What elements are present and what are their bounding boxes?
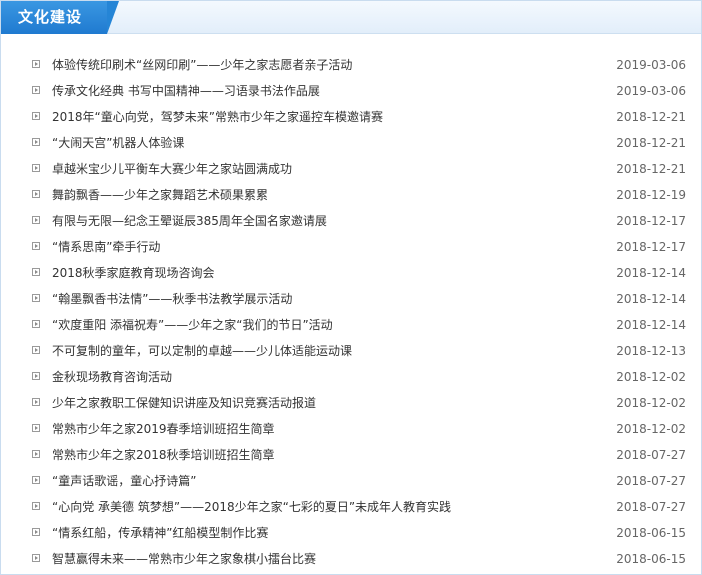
news-date: 2018-12-02 bbox=[616, 370, 686, 384]
news-title-link[interactable]: “大闹天宫”机器人体验课 bbox=[52, 130, 184, 156]
news-title-link[interactable]: 有限与无限—纪念王翚诞辰385周年全国名家邀请展 bbox=[52, 208, 327, 234]
bullet-arrow-icon bbox=[32, 424, 40, 432]
bullet-arrow-icon bbox=[32, 268, 40, 276]
news-title-link[interactable]: 金秋现场教育咨询活动 bbox=[52, 364, 172, 390]
news-date: 2018-07-27 bbox=[616, 448, 686, 462]
news-date: 2018-06-15 bbox=[616, 552, 686, 566]
news-title-link[interactable]: 舞韵飘香——少年之家舞蹈艺术硕果累累 bbox=[52, 182, 268, 208]
bullet-arrow-icon bbox=[32, 398, 40, 406]
bullet-arrow-icon bbox=[32, 554, 40, 562]
news-title-link[interactable]: “情系红船，传承精神”红船模型制作比赛 bbox=[52, 520, 268, 546]
news-date: 2018-12-14 bbox=[616, 318, 686, 332]
news-title-link[interactable]: “欢度重阳 添福祝寿”——少年之家“我们的节日”活动 bbox=[52, 312, 333, 338]
panel-title: 文化建设 bbox=[18, 8, 83, 26]
list-item: 2018秋季家庭教育现场咨询会 2018-12-14 bbox=[1, 260, 701, 286]
news-title-link[interactable]: 常熟市少年之家2019春季培训班招生简章 bbox=[52, 416, 275, 442]
list-item: “欢度重阳 添福祝寿”——少年之家“我们的节日”活动 2018-12-14 bbox=[1, 312, 701, 338]
bullet-arrow-icon bbox=[32, 320, 40, 328]
list-item: 卓越米宝少儿平衡车大赛少年之家站圆满成功 2018-12-21 bbox=[1, 156, 701, 182]
bullet-arrow-icon bbox=[32, 60, 40, 68]
news-title-link[interactable]: 传承文化经典 书写中国精神——习语录书法作品展 bbox=[52, 78, 320, 104]
list-item: 不可复制的童年，可以定制的卓越——少儿体适能运动课 2018-12-13 bbox=[1, 338, 701, 364]
list-item: “翰墨飘香书法情”——秋季书法教学展示活动 2018-12-14 bbox=[1, 286, 701, 312]
news-date: 2018-12-02 bbox=[616, 422, 686, 436]
news-date: 2018-12-17 bbox=[616, 240, 686, 254]
news-date: 2018-12-02 bbox=[616, 396, 686, 410]
bullet-arrow-icon bbox=[32, 112, 40, 120]
news-list: 体验传统印刷术“丝网印刷”——少年之家志愿者亲子活动 2019-03-06 传承文化… bbox=[1, 52, 701, 572]
list-item: 金秋现场教育咨询活动 2018-12-02 bbox=[1, 364, 701, 390]
bullet-arrow-icon bbox=[32, 242, 40, 250]
news-title-link[interactable]: 体验传统印刷术“丝网印刷”——少年之家志愿者亲子活动 bbox=[52, 52, 352, 78]
list-item: “情系红船，传承精神”红船模型制作比赛 2018-06-15 bbox=[1, 520, 701, 546]
news-date: 2018-12-21 bbox=[616, 110, 686, 124]
news-date: 2018-07-27 bbox=[616, 500, 686, 514]
news-title-link[interactable]: 智慧赢得未来——常熟市少年之家象棋小擂台比赛 bbox=[52, 546, 316, 572]
list-item: 常熟市少年之家2018秋季培训班招生简章 2018-07-27 bbox=[1, 442, 701, 468]
list-item: 体验传统印刷术“丝网印刷”——少年之家志愿者亲子活动 2019-03-06 bbox=[1, 52, 701, 78]
bullet-arrow-icon bbox=[32, 190, 40, 198]
list-item: 有限与无限—纪念王翚诞辰385周年全国名家邀请展 2018-12-17 bbox=[1, 208, 701, 234]
list-item: 舞韵飘香——少年之家舞蹈艺术硕果累累 2018-12-19 bbox=[1, 182, 701, 208]
news-title-link[interactable]: “翰墨飘香书法情”——秋季书法教学展示活动 bbox=[52, 286, 292, 312]
news-title-link[interactable]: 2018秋季家庭教育现场咨询会 bbox=[52, 260, 215, 286]
bullet-arrow-icon bbox=[32, 138, 40, 146]
news-title-link[interactable]: 2018年“童心向党，驾梦未来”常熟市少年之家遥控车模邀请赛 bbox=[52, 104, 383, 130]
bullet-arrow-icon bbox=[32, 86, 40, 94]
bullet-arrow-icon bbox=[32, 164, 40, 172]
list-item: 智慧赢得未来——常熟市少年之家象棋小擂台比赛 2018-06-15 bbox=[1, 546, 701, 572]
news-date: 2018-12-14 bbox=[616, 292, 686, 306]
news-date: 2018-12-17 bbox=[616, 214, 686, 228]
news-date: 2018-12-21 bbox=[616, 136, 686, 150]
news-date: 2018-07-27 bbox=[616, 474, 686, 488]
list-item: 2018年“童心向党，驾梦未来”常熟市少年之家遥控车模邀请赛 2018-12-21 bbox=[1, 104, 701, 130]
bullet-arrow-icon bbox=[32, 294, 40, 302]
bullet-arrow-icon bbox=[32, 216, 40, 224]
bullet-arrow-icon bbox=[32, 346, 40, 354]
news-title-link[interactable]: 少年之家教职工保健知识讲座及知识竞赛活动报道 bbox=[52, 390, 316, 416]
culture-news-panel: 文化建设 体验传统印刷术“丝网印刷”——少年之家志愿者亲子活动 2019-03-0… bbox=[0, 0, 702, 575]
news-date: 2018-06-15 bbox=[616, 526, 686, 540]
news-title-link[interactable]: 常熟市少年之家2018秋季培训班招生简章 bbox=[52, 442, 275, 468]
news-date: 2018-12-19 bbox=[616, 188, 686, 202]
header-tab: 文化建设 bbox=[1, 1, 119, 34]
list-item: “大闹天宫”机器人体验课 2018-12-21 bbox=[1, 130, 701, 156]
news-date: 2018-12-13 bbox=[616, 344, 686, 358]
bullet-arrow-icon bbox=[32, 528, 40, 536]
bullet-arrow-icon bbox=[32, 372, 40, 380]
news-date: 2019-03-06 bbox=[616, 84, 686, 98]
bullet-arrow-icon bbox=[32, 502, 40, 510]
list-item: 传承文化经典 书写中国精神——习语录书法作品展 2019-03-06 bbox=[1, 78, 701, 104]
bullet-arrow-icon bbox=[32, 476, 40, 484]
list-item: “情系思南”牵手行动 2018-12-17 bbox=[1, 234, 701, 260]
news-title-link[interactable]: “心向党 承美德 筑梦想”——2018少年之家“七彩的夏日”未成年人教育实践 bbox=[52, 494, 451, 520]
list-item: 少年之家教职工保健知识讲座及知识竞赛活动报道 2018-12-02 bbox=[1, 390, 701, 416]
news-title-link[interactable]: 不可复制的童年，可以定制的卓越——少儿体适能运动课 bbox=[52, 338, 352, 364]
news-date: 2018-12-21 bbox=[616, 162, 686, 176]
panel-header: 文化建设 bbox=[1, 1, 701, 34]
news-date: 2018-12-14 bbox=[616, 266, 686, 280]
news-title-link[interactable]: “情系思南”牵手行动 bbox=[52, 234, 160, 260]
news-title-link[interactable]: “童声话歌谣，童心抒诗篇” bbox=[52, 468, 196, 494]
news-date: 2019-03-06 bbox=[616, 58, 686, 72]
list-item: “童声话歌谣，童心抒诗篇” 2018-07-27 bbox=[1, 468, 701, 494]
list-item: 常熟市少年之家2019春季培训班招生简章 2018-12-02 bbox=[1, 416, 701, 442]
list-item: “心向党 承美德 筑梦想”——2018少年之家“七彩的夏日”未成年人教育实践 20… bbox=[1, 494, 701, 520]
bullet-arrow-icon bbox=[32, 450, 40, 458]
news-title-link[interactable]: 卓越米宝少儿平衡车大赛少年之家站圆满成功 bbox=[52, 156, 292, 182]
